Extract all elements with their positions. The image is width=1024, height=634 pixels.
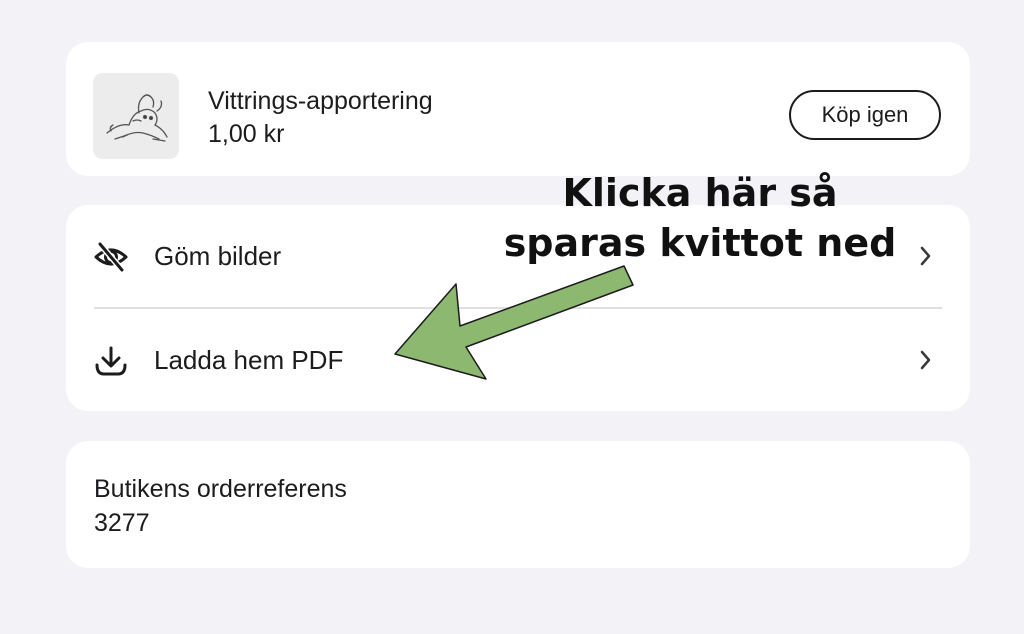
annotation-line-2: sparas kvittot ned: [503, 221, 897, 265]
order-reference-label: Butikens orderreferens: [94, 475, 347, 503]
eye-slash-icon: [94, 241, 128, 273]
download-pdf-label: Ladda hem PDF: [154, 345, 344, 375]
download-icon: [95, 346, 127, 376]
buy-again-button[interactable]: Köp igen: [789, 90, 941, 140]
product-price: 1,00 kr: [208, 120, 285, 148]
annotation-text: Klicka här så sparas kvittot ned: [500, 168, 900, 268]
hide-images-label: Göm bilder: [154, 241, 282, 271]
dog-sketch-image: [93, 73, 179, 159]
order-reference-card: Butikens orderreferens 3277: [66, 441, 970, 568]
download-pdf-row[interactable]: Ladda hem PDF: [66, 309, 970, 411]
chevron-right-icon: [920, 246, 931, 266]
product-title: Vittrings-apportering: [208, 87, 433, 115]
annotation-line-1: Klicka här så: [562, 171, 838, 215]
product-card: Vittrings-apportering 1,00 kr Köp igen: [66, 42, 970, 176]
product-thumbnail[interactable]: [93, 73, 179, 159]
order-reference-value: 3277: [94, 509, 150, 537]
chevron-right-icon: [920, 350, 931, 370]
order-detail-page: Vittrings-apportering 1,00 kr Köp igen G…: [0, 0, 1024, 634]
